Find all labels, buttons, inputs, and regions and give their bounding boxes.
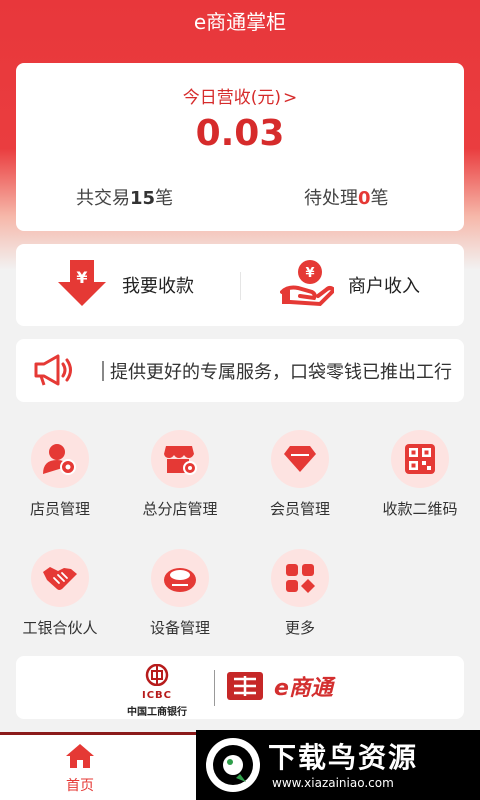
- emall-box-icon: [227, 672, 263, 700]
- grid-item-members[interactable]: 会员管理: [240, 430, 360, 519]
- pending-stat[interactable]: 待处理0笔: [304, 184, 389, 210]
- grid-label-devices: 设备管理: [149, 619, 210, 637]
- grid-item-partner[interactable]: 工银合伙人: [0, 549, 120, 638]
- icbc-cn-text: 中国工商银行: [127, 707, 187, 718]
- diamond-icon: [271, 430, 329, 488]
- pending-suffix: 笔: [370, 188, 389, 209]
- transactions-count: 15: [130, 188, 156, 209]
- revenue-value: 0.03: [195, 113, 285, 154]
- device-icon: [151, 549, 209, 607]
- handshake-icon: [31, 549, 89, 607]
- emall-brand-text: e商通: [274, 676, 333, 701]
- tab-home[interactable]: 首页: [50, 743, 110, 795]
- icbc-emblem-icon: [145, 663, 169, 687]
- watermark-bird-icon: [206, 738, 260, 792]
- icbc-en-text: ICBC: [141, 690, 173, 701]
- qrcode-icon: [391, 430, 449, 488]
- notice-marquee[interactable]: 提供更好的专属服务，口袋零钱已推出工行: [16, 339, 464, 402]
- receive-payment-button[interactable]: ¥ 我要收款: [56, 244, 194, 326]
- chevron-right-icon: >: [283, 88, 298, 108]
- watermark-url: www.xiazainiao.com: [272, 776, 394, 790]
- yen-hand-icon: ¥: [280, 258, 337, 312]
- grid-label-stores: 总分店管理: [142, 500, 218, 518]
- receive-payment-label: 我要收款: [122, 276, 194, 297]
- app-title: e商通掌柜: [193, 10, 287, 34]
- svg-text:¥: ¥: [76, 268, 87, 287]
- icbc-logo: ICBC 中国工商银行: [112, 663, 202, 718]
- grid-label-more: 更多: [284, 619, 315, 637]
- action-divider: [240, 272, 241, 300]
- notice-separator: [102, 361, 104, 381]
- transactions-prefix: 共交易: [76, 188, 130, 209]
- grid-label-staff: 店员管理: [29, 500, 90, 518]
- grid-item-qrcode[interactable]: 收款二维码: [360, 430, 480, 519]
- emall-logo: e商通: [226, 670, 333, 702]
- svg-text:¥: ¥: [305, 266, 314, 281]
- brand-banner[interactable]: ICBC 中国工商银行 e商通: [16, 656, 464, 719]
- megaphone-icon: [34, 353, 74, 391]
- staff-icon: [31, 430, 89, 488]
- merchant-income-button[interactable]: ¥ 商户收入: [280, 244, 420, 326]
- tab-home-label: 首页: [66, 778, 94, 794]
- grid-item-more[interactable]: 更多: [240, 549, 360, 638]
- revenue-card[interactable]: 今日营收(元) > 0.03 共交易15笔 待处理0笔: [16, 63, 464, 231]
- merchant-income-label: 商户收入: [348, 276, 420, 297]
- grid-label-partner: 工银合伙人: [22, 619, 98, 637]
- watermark-title: 下载鸟资源: [268, 741, 419, 774]
- pending-count: 0: [358, 188, 371, 209]
- action-card: ¥ 我要收款 ¥ 商户收入: [16, 244, 464, 326]
- grid-item-devices[interactable]: 设备管理: [120, 549, 240, 638]
- revenue-label: 今日营收(元): [182, 88, 281, 108]
- transactions-stat[interactable]: 共交易15笔: [76, 184, 173, 210]
- grid-item-stores[interactable]: 总分店管理: [120, 430, 240, 519]
- watermark-overlay: 下载鸟资源 www.xiazainiao.com: [196, 730, 480, 800]
- grid-item-staff[interactable]: 店员管理: [0, 430, 120, 519]
- grid-label-members: 会员管理: [269, 500, 330, 518]
- home-icon: [66, 744, 94, 768]
- banner-separator: [214, 670, 215, 706]
- store-icon: [151, 430, 209, 488]
- pending-prefix: 待处理: [304, 188, 358, 209]
- more-grid-icon: [271, 549, 329, 607]
- yen-down-arrow-icon: ¥: [56, 258, 108, 312]
- grid-label-qrcode: 收款二维码: [382, 500, 458, 518]
- notice-text: 提供更好的专属服务，口袋零钱已推出工行: [110, 362, 452, 383]
- transactions-suffix: 笔: [155, 188, 174, 209]
- revenue-label-link[interactable]: 今日营收(元) >: [16, 83, 464, 108]
